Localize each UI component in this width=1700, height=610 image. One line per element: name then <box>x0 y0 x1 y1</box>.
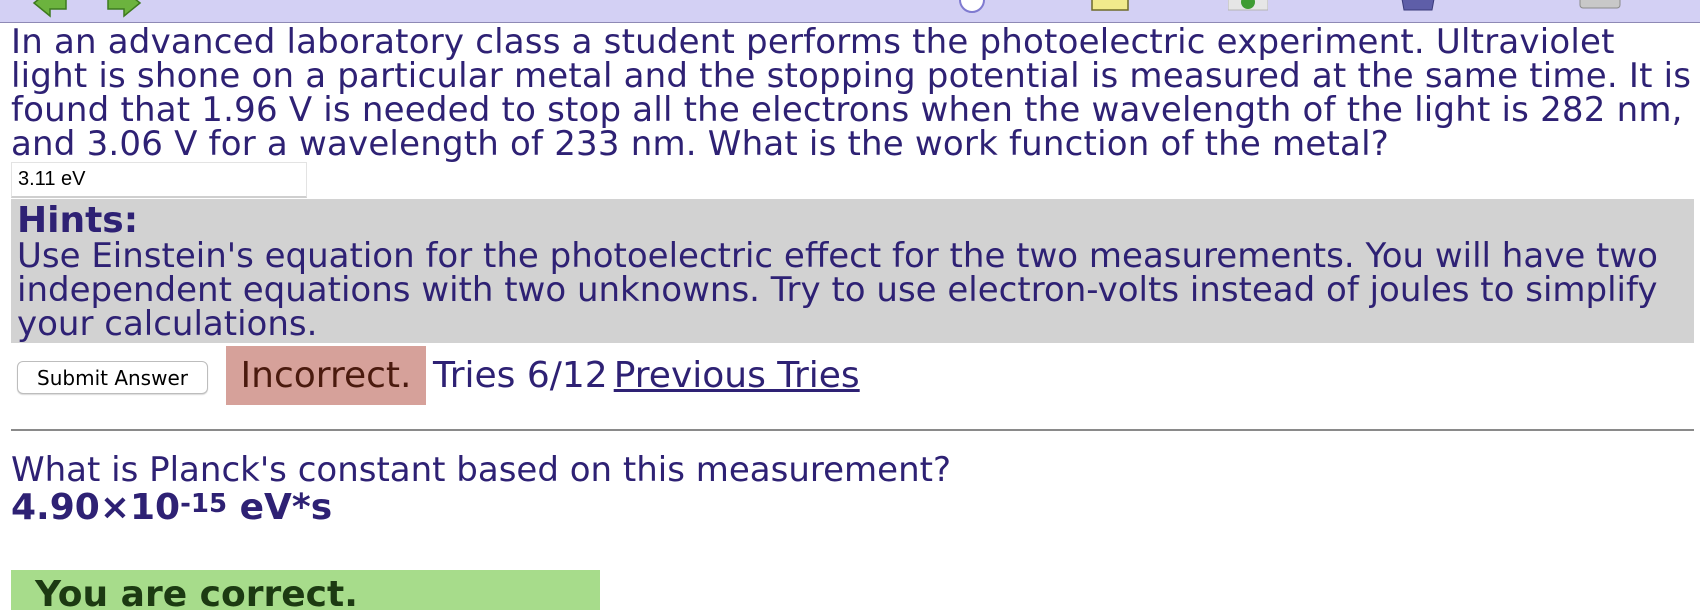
planck-answer: 4.90×10-15 eV*s <box>11 487 1694 528</box>
question2-text: What is Planck's constant based on this … <box>11 450 951 490</box>
problem-content: In an advanced laboratory class a studen… <box>11 22 1694 526</box>
toolbar <box>0 0 1700 23</box>
correct-banner: You are correct. <box>11 570 600 610</box>
status-badge: Incorrect. <box>226 346 426 405</box>
forward-arrow-icon[interactable] <box>104 0 144 18</box>
section-divider <box>11 429 1694 431</box>
tries-count: Tries 6/12 <box>433 355 608 396</box>
notes-icon[interactable] <box>1090 0 1130 18</box>
tries-info: Tries 6/12 Previous Tries <box>433 346 860 405</box>
submission-row: Submit Answer Incorrect. Tries 6/12 Previ… <box>11 346 1694 408</box>
previous-tries-link[interactable]: Previous Tries <box>614 355 860 396</box>
answer-input[interactable] <box>11 162 307 198</box>
hints-title: Hints: <box>17 200 139 241</box>
question-text: In an advanced laboratory class a studen… <box>11 22 1692 164</box>
back-arrow-icon[interactable] <box>30 0 70 18</box>
planck-mantissa: 4.90×10 <box>11 487 181 528</box>
planck-unit: eV*s <box>227 487 333 528</box>
hints-text: Use Einstein's equation for the photoele… <box>17 236 1658 344</box>
planck-exponent: -15 <box>180 489 228 519</box>
hints-box: Hints: Use Einstein's equation for the p… <box>11 199 1694 343</box>
gear-icon[interactable] <box>1228 0 1268 18</box>
submit-answer-button[interactable]: Submit Answer <box>17 361 208 394</box>
bookmark-icon[interactable] <box>1396 0 1440 18</box>
print-icon[interactable] <box>1578 0 1622 18</box>
help-circle-icon[interactable] <box>955 0 989 18</box>
